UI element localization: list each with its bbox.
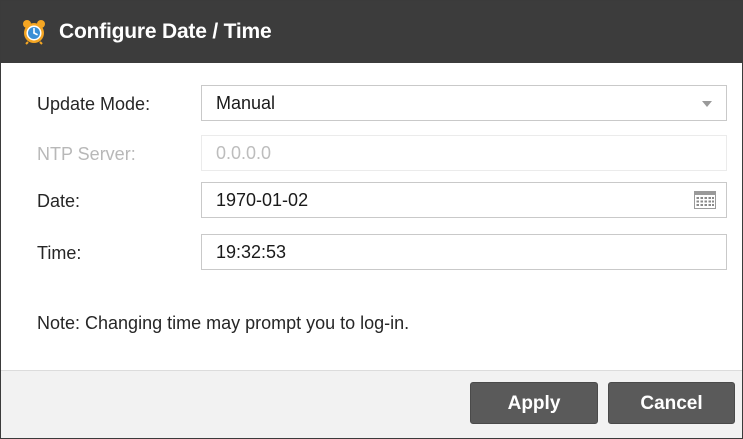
ntp-server-row: NTP Server: 0.0.0.0 [37,135,730,173]
ntp-server-label: NTP Server: [37,144,136,164]
cancel-button[interactable]: Cancel [608,382,735,424]
dialog-title: Configure Date / Time [59,20,272,43]
chevron-down-icon[interactable] [702,101,712,107]
date-row: Date: 1970-01-02 [37,182,730,220]
update-mode-value: Manual [216,93,276,113]
note-text: Note: Changing time may prompt you to lo… [37,313,410,333]
time-label: Time: [37,243,82,263]
dialog-titlebar[interactable]: Configure Date / Time [1,1,742,63]
date-value: 1970-01-02 [216,190,309,210]
configure-datetime-dialog: Configure Date / Time Update Mode: Manua… [0,0,743,439]
ntp-server-value: 0.0.0.0 [216,143,272,163]
update-mode-select[interactable]: Manual [201,85,727,121]
alarm-clock-icon [23,20,45,45]
calendar-icon[interactable] [694,191,716,209]
time-input[interactable]: 19:32:53 [201,234,727,270]
date-label: Date: [37,191,81,211]
dialog-footer: Apply Cancel [1,370,742,438]
time-row: Time: 19:32:53 [37,234,730,272]
dialog-body: Update Mode: Manual NTP Server: 0.0.0.0 … [1,63,742,370]
apply-button[interactable]: Apply [470,382,598,424]
ntp-server-input: 0.0.0.0 [201,135,727,171]
update-mode-label: Update Mode: [37,94,151,114]
date-input[interactable]: 1970-01-02 [201,182,727,218]
update-mode-row: Update Mode: Manual [37,85,730,123]
time-value: 19:32:53 [216,242,287,262]
